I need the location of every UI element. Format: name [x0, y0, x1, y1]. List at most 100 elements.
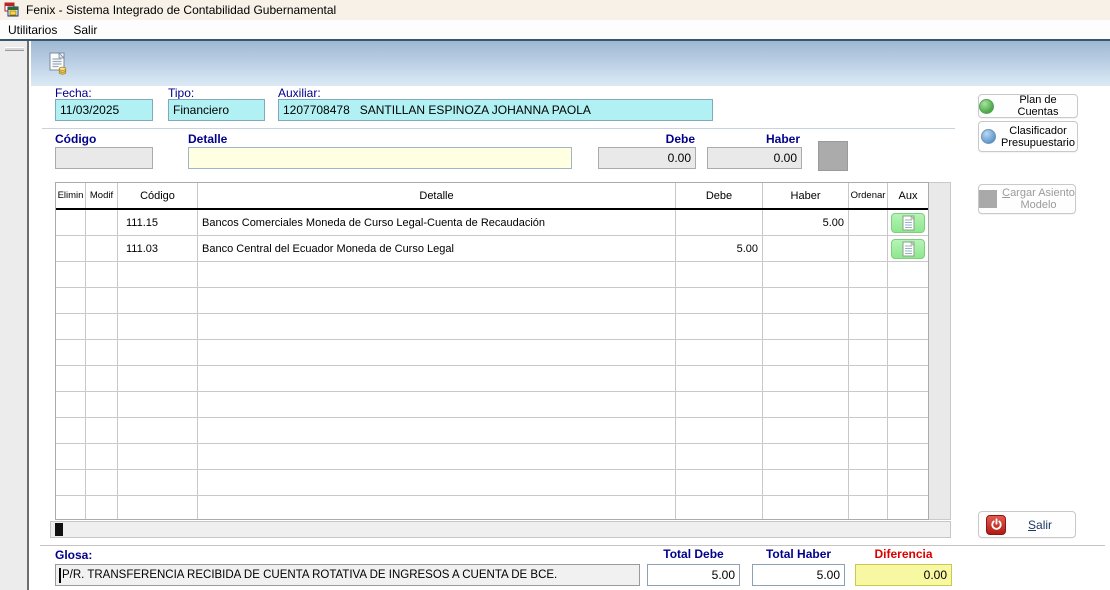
cell-codigo[interactable]: [118, 288, 198, 313]
cell-modif[interactable]: [86, 470, 118, 495]
entry-haber-input[interactable]: 0.00: [707, 147, 802, 169]
cell-aux[interactable]: [888, 288, 928, 313]
cell-elimin[interactable]: [56, 470, 86, 495]
cell-aux[interactable]: [888, 418, 928, 443]
table-row[interactable]: [56, 314, 928, 340]
cell-haber[interactable]: [763, 418, 849, 443]
cell-haber[interactable]: [763, 470, 849, 495]
cell-modif[interactable]: [86, 340, 118, 365]
cell-codigo[interactable]: [118, 470, 198, 495]
cell-elimin[interactable]: [56, 496, 86, 520]
cell-codigo[interactable]: [118, 418, 198, 443]
cell-elimin[interactable]: [56, 444, 86, 469]
cell-detalle[interactable]: [198, 470, 676, 495]
cell-detalle[interactable]: Bancos Comerciales Moneda de Curso Legal…: [198, 210, 676, 235]
cell-ordenar[interactable]: [849, 392, 888, 417]
cell-codigo[interactable]: [118, 314, 198, 339]
cell-debe[interactable]: 5.00: [676, 236, 763, 261]
menu-utilitarios[interactable]: Utilitarios: [0, 20, 65, 39]
grid-vertical-scrollbar[interactable]: [929, 182, 951, 520]
table-row[interactable]: [56, 496, 928, 520]
cell-aux[interactable]: [888, 496, 928, 520]
cell-detalle[interactable]: Banco Central del Ecuador Moneda de Curs…: [198, 236, 676, 261]
cell-debe[interactable]: [676, 392, 763, 417]
cell-ordenar[interactable]: [849, 262, 888, 287]
cell-ordenar[interactable]: [849, 340, 888, 365]
entry-debe-input[interactable]: 0.00: [598, 147, 696, 169]
cell-ordenar[interactable]: [849, 210, 888, 235]
splitter-grip-icon[interactable]: [5, 47, 24, 51]
aux-button[interactable]: [891, 239, 925, 259]
cell-ordenar[interactable]: [849, 470, 888, 495]
cell-codigo[interactable]: [118, 392, 198, 417]
auxiliar-input[interactable]: 1207708478 SANTILLAN ESPINOZA JOHANNA PA…: [278, 99, 713, 121]
cell-elimin[interactable]: [56, 288, 86, 313]
cell-codigo[interactable]: 111.03: [118, 236, 198, 261]
salir-button[interactable]: Salir: [978, 511, 1076, 538]
cell-aux[interactable]: [888, 340, 928, 365]
cell-haber[interactable]: [763, 392, 849, 417]
grid-horizontal-scrollbar[interactable]: [50, 521, 951, 538]
cell-detalle[interactable]: [198, 262, 676, 287]
menu-salir[interactable]: Salir: [65, 20, 105, 39]
cell-ordenar[interactable]: [849, 496, 888, 520]
cell-debe[interactable]: [676, 340, 763, 365]
table-row[interactable]: [56, 392, 928, 418]
cell-elimin[interactable]: [56, 392, 86, 417]
cell-modif[interactable]: [86, 262, 118, 287]
cell-debe[interactable]: [676, 444, 763, 469]
cell-modif[interactable]: [86, 496, 118, 520]
cell-debe[interactable]: [676, 418, 763, 443]
cell-debe[interactable]: [676, 470, 763, 495]
cell-modif[interactable]: [86, 366, 118, 391]
table-row[interactable]: [56, 366, 928, 392]
fecha-input[interactable]: 11/03/2025: [55, 99, 153, 121]
cell-codigo[interactable]: [118, 340, 198, 365]
plan-de-cuentas-button[interactable]: Plan de Cuentas: [978, 94, 1078, 118]
scrollbar-thumb[interactable]: [55, 523, 63, 536]
cell-debe[interactable]: [676, 496, 763, 520]
clasificador-presupuestario-button[interactable]: Clasificador Presupuestario: [978, 121, 1078, 152]
cell-ordenar[interactable]: [849, 288, 888, 313]
cell-ordenar[interactable]: [849, 236, 888, 261]
cell-aux[interactable]: [888, 444, 928, 469]
cell-aux[interactable]: [888, 236, 928, 261]
cell-modif[interactable]: [86, 288, 118, 313]
cell-elimin[interactable]: [56, 236, 86, 261]
cell-debe[interactable]: [676, 288, 763, 313]
cell-modif[interactable]: [86, 418, 118, 443]
cell-modif[interactable]: [86, 236, 118, 261]
tipo-input[interactable]: Financiero: [168, 99, 265, 121]
cell-modif[interactable]: [86, 314, 118, 339]
cell-debe[interactable]: [676, 262, 763, 287]
table-row[interactable]: [56, 262, 928, 288]
cell-aux[interactable]: [888, 262, 928, 287]
cell-aux[interactable]: [888, 392, 928, 417]
glosa-input[interactable]: P/R. TRANSFERENCIA RECIBIDA DE CUENTA RO…: [55, 564, 640, 586]
aux-button[interactable]: [891, 213, 925, 233]
cell-aux[interactable]: [888, 314, 928, 339]
cell-haber[interactable]: [763, 340, 849, 365]
cell-haber[interactable]: [763, 262, 849, 287]
cell-aux[interactable]: [888, 366, 928, 391]
cell-debe[interactable]: [676, 366, 763, 391]
cell-haber[interactable]: [763, 236, 849, 261]
cell-aux[interactable]: [888, 470, 928, 495]
cell-debe[interactable]: [676, 314, 763, 339]
cell-detalle[interactable]: [198, 340, 676, 365]
cell-modif[interactable]: [86, 210, 118, 235]
cell-modif[interactable]: [86, 392, 118, 417]
cell-codigo[interactable]: [118, 444, 198, 469]
cell-ordenar[interactable]: [849, 366, 888, 391]
cell-detalle[interactable]: [198, 314, 676, 339]
cell-detalle[interactable]: [198, 418, 676, 443]
cell-elimin[interactable]: [56, 418, 86, 443]
entry-codigo-input[interactable]: [55, 147, 153, 169]
entry-detalle-input[interactable]: [188, 147, 572, 169]
table-row[interactable]: 111.03Banco Central del Ecuador Moneda d…: [56, 236, 928, 262]
entry-action-button[interactable]: [818, 141, 848, 171]
cell-haber[interactable]: [763, 288, 849, 313]
cell-ordenar[interactable]: [849, 418, 888, 443]
cell-haber[interactable]: [763, 366, 849, 391]
table-row[interactable]: [56, 470, 928, 496]
